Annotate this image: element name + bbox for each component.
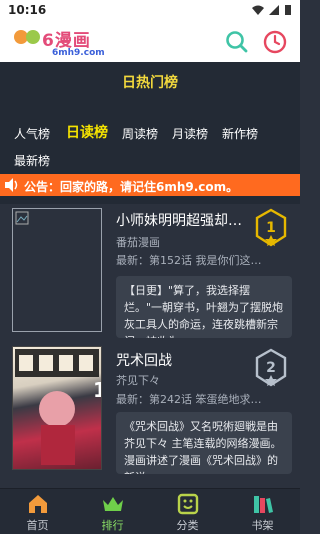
logo-ball-icon — [26, 30, 40, 44]
comic-description: 《咒术回战》又名呪術廻戦是由芥见下々 主笔连载的网络漫画。漫画讲述了漫画《咒术回… — [116, 412, 292, 474]
comic-description: 【日更】"算了，我选择摆烂。"一朝穿书，叶翘为了摆脱炮灰工具人的命运，连夜跳槽新… — [116, 276, 292, 338]
status-bar: 10:16 — [0, 0, 300, 22]
list-item[interactable]: 1 咒术回战 芥见下々 最新：第242话 笨蛋绝地求… 2 《咒术回战》又名呪術… — [12, 346, 292, 486]
status-time: 10:16 — [8, 3, 47, 17]
history-clock-icon[interactable] — [262, 29, 288, 55]
comic-title[interactable]: 咒术回战 — [116, 350, 246, 370]
home-icon — [29, 495, 47, 513]
tab-monthly-read[interactable]: 月读榜 — [172, 125, 208, 142]
rank-number: 1 — [266, 220, 276, 236]
list-item[interactable]: 小师妹明明超强却过分沙雕 番茄漫画 最新：第152话 我是你们这… 1 【日更】… — [12, 208, 292, 338]
rank-title: 日热门榜 — [122, 75, 178, 91]
app-site: 6mh9.com — [52, 48, 105, 58]
bookshelf-icon — [254, 496, 273, 513]
comic-title[interactable]: 小师妹明明超强却过分沙雕 — [116, 210, 246, 230]
nav-home[interactable]: 首页 — [0, 489, 75, 534]
wifi-icon — [252, 5, 264, 15]
rank-badge-silver-icon: 2 — [255, 348, 287, 387]
rank-badge-gold-icon: 1 — [255, 208, 287, 247]
app-bar: 6漫画 6mh9.com — [0, 22, 300, 62]
signal-icon — [269, 5, 279, 15]
rank-number: 2 — [266, 360, 276, 376]
crown-icon — [103, 497, 123, 511]
notice-bar[interactable]: 公告：回家的路，请记住6mh9.com。 — [0, 174, 300, 196]
tab-daily-read[interactable]: 日读榜 — [66, 122, 108, 142]
search-icon[interactable] — [224, 29, 250, 55]
nav-ranking[interactable]: 排行 — [75, 489, 150, 534]
nav-label: 排行 — [101, 519, 124, 532]
tab-popular[interactable]: 人气榜 — [14, 125, 50, 142]
broken-image-icon — [15, 211, 29, 225]
battery-icon — [285, 5, 291, 15]
tab-latest[interactable]: 最新榜 — [14, 152, 50, 169]
comic-latest-chapter: 最新：第152话 我是你们这… — [116, 254, 262, 267]
cover-image[interactable]: 1 — [12, 346, 102, 470]
jujutsu-cover-art-icon: 1 — [15, 349, 101, 465]
speaker-icon — [5, 178, 18, 192]
svg-text:1: 1 — [93, 378, 101, 402]
comic-latest-chapter: 最新：第242话 笨蛋绝地求… — [116, 393, 262, 406]
notice-text: 公告：回家的路，请记住6mh9.com。 — [24, 180, 239, 194]
comic-author: 番茄漫画 — [116, 236, 160, 249]
tab-new-works[interactable]: 新作榜 — [222, 125, 258, 142]
tab-weekly-read[interactable]: 周读榜 — [122, 125, 158, 142]
comic-author: 芥见下々 — [116, 374, 160, 387]
cover-image[interactable] — [12, 208, 102, 332]
nav-label: 首页 — [26, 519, 49, 532]
bottom-nav: 首页 排行 分类 书架 — [0, 488, 300, 534]
category-icon — [177, 493, 199, 515]
nav-label: 书架 — [251, 519, 274, 532]
nav-bookshelf[interactable]: 书架 — [225, 489, 300, 534]
nav-label: 分类 — [176, 519, 199, 532]
app-logo[interactable]: 6漫画 6mh9.com — [14, 24, 114, 60]
status-icons — [252, 4, 292, 16]
nav-category[interactable]: 分类 — [150, 489, 225, 534]
